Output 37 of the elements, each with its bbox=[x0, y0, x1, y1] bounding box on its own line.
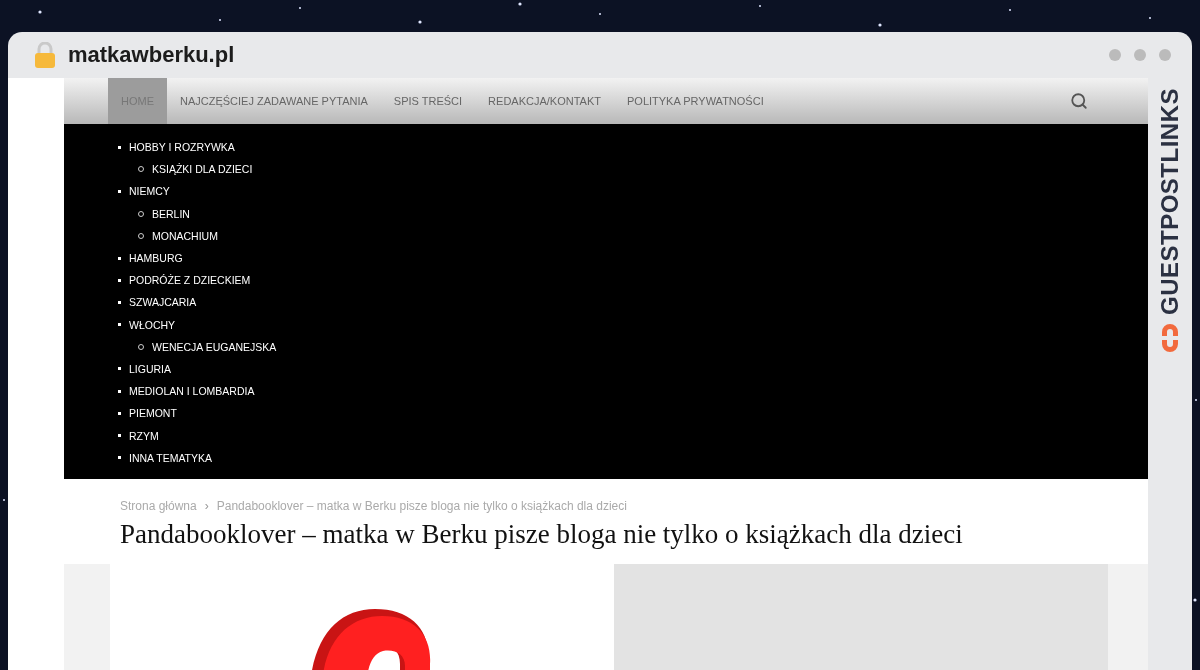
menu-link[interactable]: PIEMONT bbox=[129, 407, 177, 420]
bullet-icon bbox=[118, 323, 121, 327]
article-title: Pandabooklover – matka w Berku pisze bloga nie tylko o książkach dla dzieci bbox=[120, 518, 964, 550]
bullet-icon bbox=[118, 411, 121, 415]
menu-link[interactable]: MEDIOLAN I LOMBARDIA bbox=[129, 385, 255, 398]
menu-link[interactable]: NIEMCY bbox=[129, 185, 170, 198]
breadcrumb-current: Pandabooklover – matka w Berku pisze bloga nie tylko o książkach dla dzieci bbox=[216, 498, 627, 513]
window-dots-icon bbox=[1108, 48, 1172, 62]
nav-tab[interactable]: POLITYKA PRYWATNOŚCI bbox=[614, 78, 777, 124]
nav-tab[interactable]: REDAKCJA/KONTAKT bbox=[475, 78, 614, 124]
bullet-icon bbox=[118, 145, 121, 149]
menu-link[interactable]: BERLIN bbox=[152, 207, 190, 220]
menu-link[interactable]: LIGURIA bbox=[129, 362, 171, 375]
bullet-icon bbox=[118, 389, 121, 393]
bullet-icon bbox=[118, 278, 121, 282]
lock-icon bbox=[34, 42, 56, 68]
menu-link[interactable]: RZYM bbox=[129, 429, 159, 442]
menu-link[interactable]: INNA TEMATYKA bbox=[129, 451, 213, 464]
menu-link[interactable]: MONACHIUM bbox=[152, 229, 218, 242]
bullet-icon bbox=[118, 189, 121, 193]
breadcrumb-separator: › bbox=[204, 498, 209, 513]
brand-logo: GUESTPOSTLINKS bbox=[1156, 88, 1184, 316]
menu-link[interactable]: WENECJA EUGANEJSKA bbox=[152, 340, 277, 353]
bullet-icon bbox=[118, 367, 121, 371]
bullet-icon bbox=[118, 256, 121, 260]
nav-tab[interactable]: NAJCZĘŚCIEJ ZADAWANE PYTANIA bbox=[167, 78, 381, 124]
address-text: matkawberku.pl bbox=[68, 42, 236, 68]
menu-link[interactable]: SZWAJCARIA bbox=[129, 296, 197, 309]
menu-link[interactable]: HAMBURG bbox=[129, 252, 183, 265]
bullet-icon bbox=[118, 434, 121, 438]
nav-tab[interactable]: SPIS TREŚCI bbox=[380, 78, 476, 124]
menu-link[interactable]: KSIĄŻKI DLA DZIECI bbox=[152, 163, 253, 176]
bullet-icon bbox=[118, 456, 121, 460]
menu-link[interactable]: PODRÓŻE Z DZIECKIEM bbox=[129, 274, 251, 287]
menu-link[interactable]: HOBBY I ROZRYWKA bbox=[129, 141, 235, 154]
bullet-icon bbox=[118, 300, 121, 304]
menu-link[interactable]: WŁOCHY bbox=[129, 318, 176, 331]
